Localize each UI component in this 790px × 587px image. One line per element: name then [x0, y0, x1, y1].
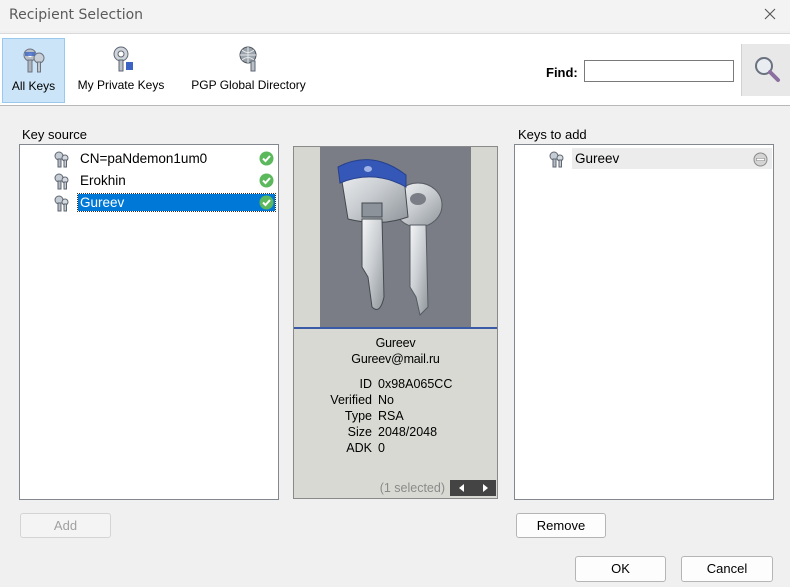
field-key: Verified — [330, 393, 372, 407]
key-name: Erokhin — [80, 173, 126, 188]
field-value: 0 — [378, 441, 385, 455]
list-item-selected[interactable]: Gureev — [52, 193, 276, 212]
selection-count: (1 selected) — [379, 481, 445, 495]
title-bar: Recipient Selection — [0, 0, 790, 31]
field-key: Size — [347, 425, 372, 439]
list-item[interactable]: Gureev — [547, 149, 621, 168]
prev-button[interactable] — [450, 480, 473, 496]
arrow-left-icon — [458, 484, 464, 492]
pager — [450, 480, 496, 496]
find-input[interactable] — [584, 60, 734, 82]
field-key: ADK — [346, 441, 372, 455]
search-icon — [755, 57, 780, 82]
my-private-keys-label: My Private Keys — [77, 78, 165, 92]
field-key: ID — [359, 377, 373, 391]
all-keys-button[interactable]: All Keys — [2, 38, 65, 103]
arrow-right-icon — [482, 484, 488, 492]
key-source-label: Key source — [22, 127, 88, 142]
key-source-list[interactable]: CN=paNdemon1um0 Erokhin Gureev — [19, 144, 279, 500]
next-button[interactable] — [473, 480, 496, 496]
cancel-button[interactable]: Cancel — [681, 556, 773, 582]
list-item[interactable]: CN=paNdemon1um0 — [52, 149, 209, 168]
key-name: CN=paNdemon1um0 — [80, 151, 208, 166]
pgp-global-directory-button[interactable]: PGP Global Directory — [182, 38, 315, 103]
keys-graphic-icon — [337, 159, 443, 316]
valid-check-icon — [259, 195, 274, 210]
valid-check-icon — [259, 151, 274, 166]
key-icon — [54, 195, 69, 211]
key-name: Gureev — [77, 193, 276, 212]
field-key: Type — [344, 409, 372, 423]
key-icon — [549, 151, 564, 167]
key-details-panel: Gureev Gureev@mail.ru ID 0x98A065CC Verif… — [293, 146, 498, 499]
find-label: Find: — [546, 65, 578, 80]
search-button[interactable] — [741, 44, 790, 96]
window-title: Recipient Selection — [9, 7, 144, 23]
close-icon[interactable] — [760, 4, 780, 24]
list-item[interactable]: Erokhin — [52, 171, 128, 190]
key-image — [294, 147, 497, 328]
all-keys-label: All Keys — [11, 79, 56, 93]
my-private-keys-button[interactable]: My Private Keys — [70, 38, 172, 103]
detail-email: Gureev@mail.ru — [351, 352, 440, 366]
private-key-icon — [113, 46, 133, 72]
valid-check-icon — [259, 173, 274, 188]
keys-to-add-list[interactable]: Gureev — [514, 144, 774, 500]
toolbar: All Keys My Private Keys PGP Global Dire… — [0, 33, 790, 106]
remove-circle-icon[interactable] — [753, 152, 768, 167]
ok-button[interactable]: OK — [575, 556, 666, 582]
keys-icon — [23, 48, 44, 73]
keys-to-add-label: Keys to add — [518, 127, 587, 142]
field-value: 0x98A065CC — [378, 377, 453, 391]
detail-fields: ID 0x98A065CC Verified No Type RSA Size 2048… — [294, 376, 497, 456]
field-value: 2048/2048 — [378, 425, 438, 439]
remove-button[interactable]: Remove — [516, 513, 606, 538]
key-icon — [54, 151, 69, 167]
detail-name: Gureev — [375, 336, 416, 350]
key-icon — [54, 173, 69, 189]
field-value: No — [378, 393, 394, 407]
global-directory-icon — [239, 46, 256, 72]
field-value: RSA — [378, 409, 404, 423]
add-button[interactable]: Add — [20, 513, 111, 538]
pgp-global-directory-label: PGP Global Directory — [191, 78, 306, 92]
key-name: Gureev — [575, 151, 620, 166]
